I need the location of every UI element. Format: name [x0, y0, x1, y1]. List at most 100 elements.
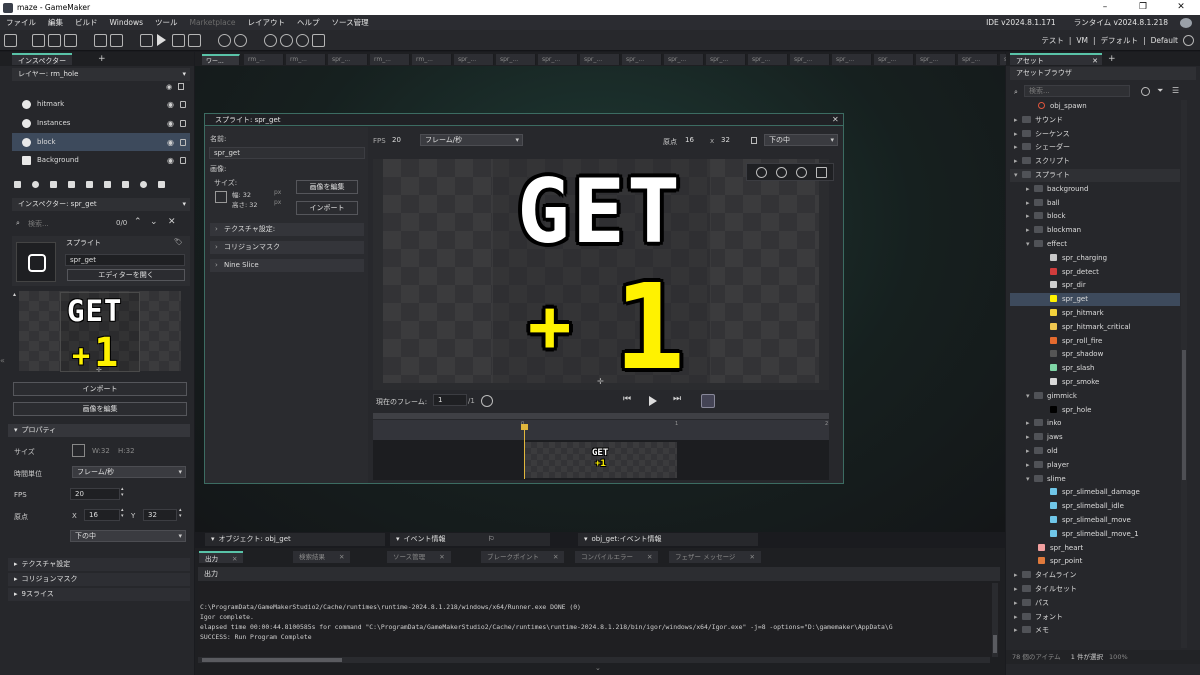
zoom-reset-icon[interactable]	[776, 167, 787, 178]
tree-folder[interactable]: ▾ スプライト	[1010, 169, 1180, 182]
tree-folder[interactable]: ▾ gimmick	[1010, 390, 1180, 403]
tree-folder[interactable]: ▸ ball	[1010, 197, 1180, 210]
origin-y-input[interactable]: 32	[716, 134, 744, 146]
chevron-down-icon[interactable]: ⌄	[595, 664, 601, 672]
tree-item[interactable]: spr_slimeball_idle	[1010, 500, 1180, 513]
instance-layer-icon[interactable]	[32, 180, 39, 188]
path-layer-icon[interactable]	[68, 180, 75, 188]
maximize-icon[interactable]: ❐	[1124, 0, 1162, 15]
origin-x-input[interactable]: 16	[84, 509, 120, 521]
eye-icon[interactable]: ◉	[166, 83, 172, 91]
document-tab[interactable]: rm_...	[244, 54, 284, 65]
document-tab[interactable]: spr_...	[748, 54, 788, 65]
tree-item[interactable]: spr_slimeball_move_1	[1010, 528, 1180, 541]
gear-icon[interactable]	[218, 34, 231, 47]
new-file-icon[interactable]	[32, 34, 45, 47]
target-config[interactable]: デフォルト	[1101, 35, 1139, 46]
tree-item[interactable]: spr_dir	[1010, 279, 1180, 292]
tree-item[interactable]: spr_hitmark_critical	[1010, 321, 1180, 334]
chevron-right-icon[interactable]: ▸	[1014, 611, 1022, 624]
close-icon[interactable]: ✕	[749, 553, 754, 561]
chevron-right-icon[interactable]: ▸	[1026, 183, 1034, 196]
output-console[interactable]: C:\ProgramData/GameMakerStudio2/Cache/ru…	[198, 583, 1000, 657]
chevron-right-icon[interactable]: ▸	[1026, 431, 1034, 444]
flag-icon[interactable]: ⚐	[488, 533, 494, 546]
tab-search-results[interactable]: 検索結果 ✕	[293, 551, 351, 563]
zoom-in-icon[interactable]	[796, 167, 807, 178]
eye-icon[interactable]: ◉	[167, 156, 174, 165]
close-icon[interactable]: ✕	[647, 553, 652, 561]
chevron-right-icon[interactable]: ▸	[1014, 569, 1022, 582]
document-tab[interactable]: rm_...	[412, 54, 452, 65]
chevron-right-icon[interactable]: ▸	[1014, 114, 1022, 127]
chevron-up-icon[interactable]: ⌃	[134, 217, 142, 227]
collision-mask-section[interactable]: ▸ コリジョンマスク	[8, 573, 190, 586]
resize-icon[interactable]	[72, 444, 85, 457]
menu-help[interactable]: ヘルプ	[291, 17, 326, 28]
tree-folder[interactable]: ▸ タイムライン	[1010, 569, 1180, 582]
chevron-down-icon[interactable]: ▾	[1026, 473, 1034, 486]
document-tab[interactable]: spr_...	[706, 54, 746, 65]
edit-icon[interactable]	[158, 180, 165, 188]
menu-edit[interactable]: 編集	[42, 17, 69, 28]
current-frame-input[interactable]: 1	[433, 394, 467, 406]
tree-folder[interactable]: ▸ blockman	[1010, 224, 1180, 237]
menu-marketplace[interactable]: Marketplace	[183, 18, 241, 27]
eye-icon[interactable]: ◉	[167, 119, 174, 128]
tab-breakpoints[interactable]: ブレークポイント ✕	[481, 551, 565, 563]
chevron-right-icon[interactable]: ▸	[1026, 445, 1034, 458]
document-tab[interactable]: ワー...	[202, 54, 240, 65]
lock-icon[interactable]	[180, 119, 186, 127]
sprite-editor-titlebar[interactable]: スプライト: spr_get	[205, 114, 843, 126]
tree-item[interactable]: spr_heart	[1010, 542, 1180, 555]
chevron-right-icon[interactable]: ▸	[1026, 197, 1034, 210]
fps-input[interactable]: 20	[387, 134, 417, 146]
lock-icon[interactable]	[178, 83, 184, 90]
tree-folder[interactable]: ▸ シェーダー	[1010, 141, 1180, 154]
add-asset-icon[interactable]	[1141, 87, 1150, 96]
tab-output[interactable]: 出力 ✕	[199, 551, 244, 563]
collapse-left-icon[interactable]: «	[0, 356, 5, 365]
tree-item[interactable]: spr_slimeball_move	[1010, 514, 1180, 527]
chevron-right-icon[interactable]: ▸	[1026, 459, 1034, 472]
menu-tools[interactable]: ツール	[149, 17, 184, 28]
chevron-right-icon[interactable]: ▸	[1026, 417, 1034, 430]
fit-screen-icon[interactable]	[816, 167, 827, 178]
stop-icon[interactable]	[172, 34, 185, 47]
skip-back-icon[interactable]: ⏮	[623, 394, 631, 404]
edit-image-button[interactable]: 画像を編集	[13, 402, 187, 416]
tree-folder[interactable]: ▸ background	[1010, 183, 1180, 196]
import-button[interactable]: インポート	[13, 382, 187, 396]
tree-folder[interactable]: ▸ old	[1010, 445, 1180, 458]
target-selector[interactable]: テスト | VM | デフォルト | Default	[1041, 30, 1194, 51]
zoom-in-icon[interactable]	[296, 34, 309, 47]
tree-folder[interactable]: ▸ サウンド	[1010, 114, 1180, 127]
asset-layer-icon[interactable]	[86, 180, 93, 188]
document-tab[interactable]: spr_...	[622, 54, 662, 65]
event-code-header[interactable]: ▾ obj_get:イベント情報	[578, 533, 758, 546]
tab-feather-messages[interactable]: フェザー メッセージ ✕	[669, 551, 761, 563]
tree-folder[interactable]: ▸ スクリプト	[1010, 155, 1180, 168]
zoom-reset-icon[interactable]	[280, 34, 293, 47]
inspector-header[interactable]: インスペクター: spr_get ▾	[12, 198, 190, 211]
avatar[interactable]	[1180, 17, 1192, 28]
clean-icon[interactable]	[188, 34, 201, 47]
tree-item[interactable]: spr_get	[1010, 293, 1180, 307]
effect-layer-icon[interactable]	[104, 180, 111, 188]
background-layer-icon[interactable]	[14, 180, 21, 188]
layer-item-background[interactable]: Background ◉	[12, 151, 190, 169]
document-tab[interactable]: spr_...	[916, 54, 956, 65]
timeline-scroll[interactable]	[373, 413, 829, 419]
save-icon[interactable]	[64, 34, 77, 47]
menu-icon[interactable]: ☰	[1172, 86, 1179, 95]
document-tab[interactable]: spr_...	[790, 54, 830, 65]
close-icon[interactable]: ✕	[168, 217, 176, 227]
collision-mask-accordion[interactable]: コリジョンマスク	[210, 241, 364, 254]
target-device[interactable]: Default	[1151, 36, 1178, 45]
time-unit-select[interactable]: フレーム/秒	[72, 466, 186, 478]
document-tab[interactable]: spr_...	[538, 54, 578, 65]
zoom-out-icon[interactable]	[264, 34, 277, 47]
eye-icon[interactable]: ◉	[167, 100, 174, 109]
edit-image-button[interactable]: 画像を編集	[296, 180, 358, 194]
document-tab[interactable]: rm_...	[370, 54, 410, 65]
